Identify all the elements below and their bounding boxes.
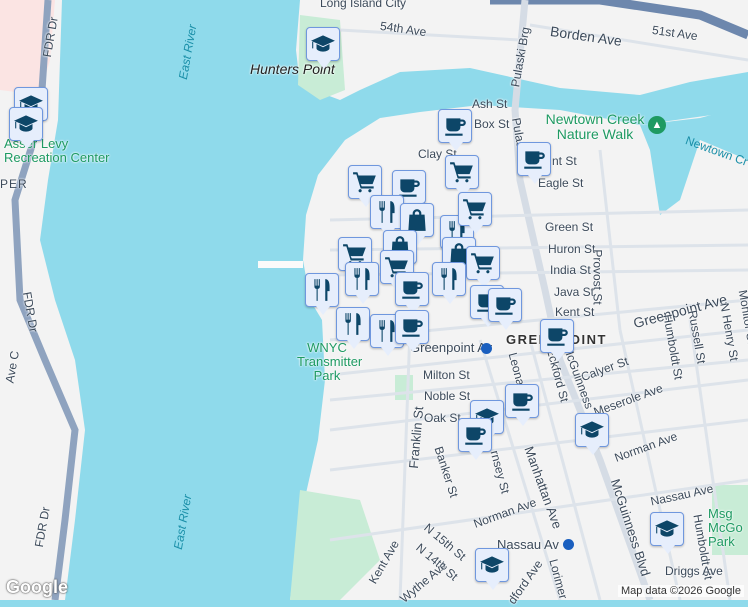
label-box-st: Box St — [474, 117, 510, 131]
map-marker-cafe[interactable] — [540, 319, 574, 361]
graduation-cap-icon — [579, 417, 605, 443]
park — [395, 375, 413, 400]
shopping-cart-icon — [352, 169, 378, 195]
graduation-cap-icon — [13, 111, 39, 137]
label-india-st: India St — [550, 263, 591, 277]
map-marker-cafe[interactable] — [395, 310, 429, 352]
map-marker-school[interactable] — [9, 107, 43, 149]
coffee-cup-icon — [462, 422, 488, 448]
graduation-cap-icon — [310, 31, 336, 57]
subway-icon — [563, 539, 574, 550]
graduation-cap-icon — [479, 552, 505, 578]
label-java-st: Java St — [554, 285, 595, 299]
label-neighborhood: PER — [0, 177, 28, 191]
label-milton-st: Milton St — [423, 368, 470, 382]
pier — [258, 261, 303, 268]
label-mccarren-park: Msg McGo Park — [708, 506, 743, 549]
label-green-st: Green St — [545, 220, 594, 234]
label-newtown-creek-nature-walk: Newtown Creek Nature Walk — [545, 111, 645, 142]
label-eagle-st: Eagle St — [538, 176, 584, 190]
label-ash-st: Ash St — [472, 97, 508, 111]
label-provost-st: Provost St — [590, 249, 605, 305]
map-marker-cafe[interactable] — [438, 109, 472, 151]
label-oak-st: Oak St — [424, 411, 461, 425]
map-canvas[interactable] — [0, 0, 748, 600]
shopping-cart-icon — [470, 250, 496, 276]
cutlery-icon — [374, 199, 400, 225]
label-long-island-city: Long Island City — [320, 0, 407, 10]
coffee-cup-icon — [399, 314, 425, 340]
map-marker-cafe[interactable] — [505, 384, 539, 426]
cutlery-icon — [349, 266, 375, 292]
map-marker-cafe[interactable] — [517, 142, 551, 184]
map-marker-restaurant[interactable] — [370, 195, 404, 237]
map-marker-restaurant[interactable] — [305, 273, 339, 315]
google-logo: Google — [6, 577, 68, 597]
coffee-cup-icon — [492, 292, 518, 318]
map-marker-school[interactable] — [575, 413, 609, 455]
shopping-cart-icon — [449, 159, 475, 185]
map-marker-cafe[interactable] — [395, 272, 429, 314]
map-attribution: Map data ©2026 Google — [617, 585, 744, 597]
label-driggs-ave: Driggs Ave — [665, 564, 723, 578]
map-marker-restaurant[interactable] — [432, 262, 466, 304]
coffee-cup-icon — [521, 146, 547, 172]
cutlery-icon — [309, 277, 335, 303]
cutlery-icon — [340, 311, 366, 337]
map-marker-restaurant[interactable] — [336, 307, 370, 349]
label-dupont-st: nt St — [552, 154, 577, 168]
map-marker-cafe[interactable] — [488, 288, 522, 330]
coffee-cup-icon — [509, 388, 535, 414]
cutlery-icon — [436, 266, 462, 292]
coffee-cup-icon — [544, 323, 570, 349]
coffee-cup-icon — [442, 113, 468, 139]
map-marker-grocery[interactable] — [348, 165, 382, 207]
graduation-cap-icon — [654, 516, 680, 542]
coffee-cup-icon — [399, 276, 425, 302]
map-marker-grocery[interactable] — [466, 246, 500, 288]
map-marker-school[interactable] — [475, 548, 509, 590]
shopping-cart-icon — [462, 196, 488, 222]
subway-icon — [481, 343, 492, 354]
label-noble-st: Noble St — [424, 389, 471, 403]
park-tree-icon: ▲ — [648, 116, 666, 134]
map-marker-school[interactable] — [650, 512, 684, 554]
label-huron-st: Huron St — [548, 242, 596, 256]
map-marker-cafe[interactable] — [458, 418, 492, 460]
map-marker-restaurant[interactable] — [345, 262, 379, 304]
map-marker-school[interactable] — [306, 27, 340, 69]
map-marker-grocery[interactable] — [445, 155, 479, 197]
label-kent-st: Kent St — [555, 305, 595, 319]
map-marker-grocery[interactable] — [458, 192, 492, 234]
